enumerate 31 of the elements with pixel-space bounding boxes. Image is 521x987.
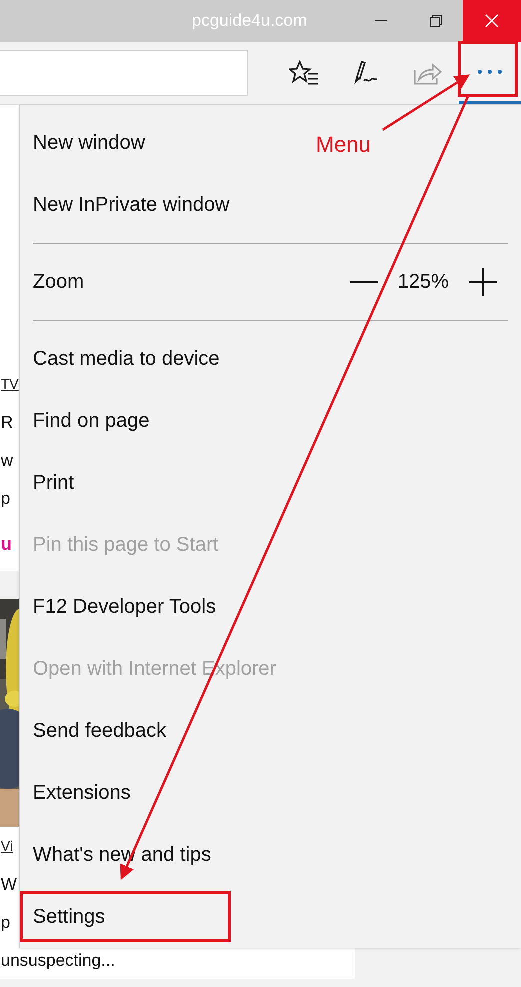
article-headline: R <box>1 414 14 430</box>
menu-item[interactable]: F12 Developer Tools <box>33 592 216 622</box>
minimize-icon <box>374 20 386 22</box>
menu-item[interactable]: Send feedback <box>33 716 166 746</box>
address-field[interactable] <box>0 50 248 96</box>
annotation-label: Menu <box>316 131 372 159</box>
article-tag: Vi <box>1 836 14 856</box>
article-tag: TV <box>1 374 19 394</box>
annotation-box <box>458 41 518 97</box>
menu-item[interactable]: Find on page <box>33 406 150 436</box>
menu-item[interactable]: Print <box>33 468 74 498</box>
close-icon <box>485 14 499 28</box>
brand-text: u <box>1 535 12 553</box>
menu-item[interactable]: Settings <box>33 902 106 932</box>
pen-icon <box>352 59 380 87</box>
star-list-icon <box>289 60 319 86</box>
article-headline: unsuspecting... <box>1 952 116 968</box>
restore-icon <box>430 15 442 27</box>
menu-item[interactable]: New window <box>33 128 146 158</box>
menu-item[interactable]: New InPrivate window <box>33 190 230 220</box>
menu-item[interactable]: Cast media to device <box>33 344 220 374</box>
menu-item[interactable]: Extensions <box>33 778 131 808</box>
minus-icon <box>350 281 378 283</box>
more-icon <box>477 68 503 74</box>
article-headline: W <box>1 876 18 892</box>
article-headline: w <box>1 452 14 468</box>
zoom-label: Zoom <box>33 270 84 295</box>
zoom-value: 125% <box>398 270 449 295</box>
plus-icon <box>469 268 497 296</box>
article-headline: p <box>1 914 10 930</box>
article-headline: p <box>1 490 10 506</box>
